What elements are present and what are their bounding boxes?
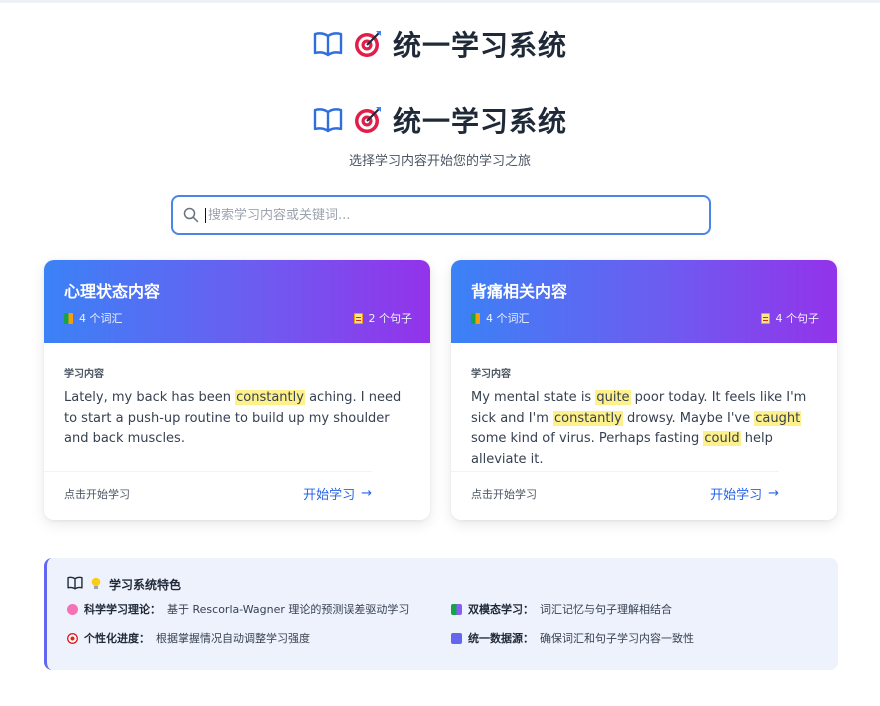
target-icon — [353, 29, 383, 59]
word-count: 4 个词汇 — [64, 310, 123, 326]
card-body: 学习内容 My mental state is quite poor today… — [451, 343, 837, 467]
top-edge — [0, 0, 880, 3]
card-header: 心理状态内容 4 个词汇 2 个句子 — [44, 260, 430, 343]
search-bar[interactable] — [171, 195, 711, 235]
book-icon — [313, 107, 343, 133]
content-label: 学习内容 — [64, 369, 104, 380]
book-icon — [67, 576, 83, 593]
books-icon — [64, 312, 73, 324]
word-count: 4 个词汇 — [471, 310, 530, 326]
content-text: Lately, my back has been constantly achi… — [64, 388, 410, 452]
highlighted-word: caught — [754, 410, 802, 426]
card-footer: 点击开始学习 开始学习 → — [451, 471, 779, 503]
content-segment: My mental state is — [471, 390, 596, 405]
swap-icon — [451, 632, 462, 644]
page-subtitle: 选择学习内容开始您的学习之旅 — [348, 154, 531, 169]
feature-item: 统一数据源： 确保词汇和句子学习内容一致性 — [451, 630, 811, 646]
arrow-right-icon: → — [361, 486, 372, 501]
feature-desc: 基于 Rescorla-Wagner 理论的预测误差驱动学习 — [167, 603, 410, 616]
content-segment: drowsy. Maybe I've — [622, 410, 755, 426]
search-input[interactable] — [205, 207, 709, 223]
content-card[interactable]: 背痛相关内容 4 个词汇 4 个句子 学习内容 My mental state … — [451, 260, 837, 520]
features-header: 学习系统特色 — [67, 576, 818, 593]
footer-hint: 点击开始学习 — [64, 487, 130, 501]
card-body: 学习内容 Lately, my back has been constantly… — [44, 343, 430, 452]
feature-label: 统一数据源： — [468, 632, 534, 645]
feature-label: 双模态学习： — [468, 603, 534, 616]
footer-hint: 点击开始学习 — [471, 487, 537, 501]
highlighted-word: constantly — [553, 410, 623, 426]
feature-label: 个性化进度： — [84, 632, 150, 645]
books-icon — [471, 312, 480, 324]
feature-label: 科学学习理论： — [84, 603, 161, 616]
features-panel: 学习系统特色 科学学习理论： 基于 Rescorla-Wagner 理论的预测误差… — [44, 558, 838, 670]
features-title: 学习系统特色 — [109, 578, 182, 592]
feature-desc: 确保词汇和句子学习内容一致性 — [540, 632, 694, 645]
start-learning-label: 开始学习 — [303, 488, 356, 503]
book-icon — [313, 31, 343, 57]
card-title: 背痛相关内容 — [471, 282, 568, 301]
lightbulb-icon — [91, 577, 101, 593]
features-list: 科学学习理论： 基于 Rescorla-Wagner 理论的预测误差驱动学习 双模… — [67, 601, 818, 646]
feature-desc: 根据掌握情况自动调整学习强度 — [156, 632, 310, 645]
card-meta: 4 个词汇 4 个句子 — [471, 310, 819, 326]
brain-icon — [67, 603, 78, 615]
feature-desc: 词汇记忆与句子理解相结合 — [540, 603, 672, 616]
word-count-label: 4 个词汇 — [79, 312, 123, 325]
page-title: 统一学习系统 — [392, 105, 567, 138]
start-learning-label: 开始学习 — [710, 488, 763, 503]
feature-item: 双模态学习： 词汇记忆与句子理解相结合 — [451, 601, 811, 617]
card-meta: 4 个词汇 2 个句子 — [64, 310, 412, 326]
page-header: 统一学习系统 — [0, 100, 880, 140]
feature-item: 科学学习理论： 基于 Rescorla-Wagner 理论的预测误差驱动学习 — [67, 601, 451, 617]
content-text: My mental state is quite poor today. It … — [471, 388, 817, 467]
word-count-label: 4 个词汇 — [486, 312, 530, 325]
arrow-right-icon: → — [768, 486, 779, 501]
app-header: 统一学习系统 — [0, 24, 880, 64]
content-card[interactable]: 心理状态内容 4 个词汇 2 个句子 学习内容 Lately, my back … — [44, 260, 430, 520]
content-label: 学习内容 — [471, 369, 511, 380]
card-header: 背痛相关内容 4 个词汇 4 个句子 — [451, 260, 837, 343]
books-icon — [451, 603, 462, 615]
app-title: 统一学习系统 — [392, 29, 567, 62]
target-icon — [353, 105, 383, 135]
content-segment: some kind of virus. Perhaps fasting — [471, 431, 704, 446]
search-icon — [183, 207, 199, 223]
content-segment: Lately, my back has been — [64, 390, 236, 405]
memo-icon — [353, 312, 363, 324]
highlighted-word: constantly — [235, 390, 305, 405]
start-learning-button[interactable]: 开始学习 → — [710, 484, 779, 503]
card-footer: 点击开始学习 开始学习 → — [44, 471, 372, 503]
highlighted-word: could — [703, 431, 741, 446]
highlighted-word: quite — [595, 390, 631, 405]
card-title: 心理状态内容 — [64, 282, 161, 301]
feature-item: 个性化进度： 根据掌握情况自动调整学习强度 — [67, 630, 451, 646]
sentence-count-label: 4 个句子 — [775, 312, 820, 325]
sentence-count-label: 2 个句子 — [368, 312, 413, 325]
memo-icon — [760, 312, 770, 324]
sentence-count: 4 个句子 — [760, 310, 820, 326]
sentence-count: 2 个句子 — [353, 310, 413, 326]
start-learning-button[interactable]: 开始学习 → — [303, 484, 372, 503]
target-icon — [67, 632, 78, 644]
